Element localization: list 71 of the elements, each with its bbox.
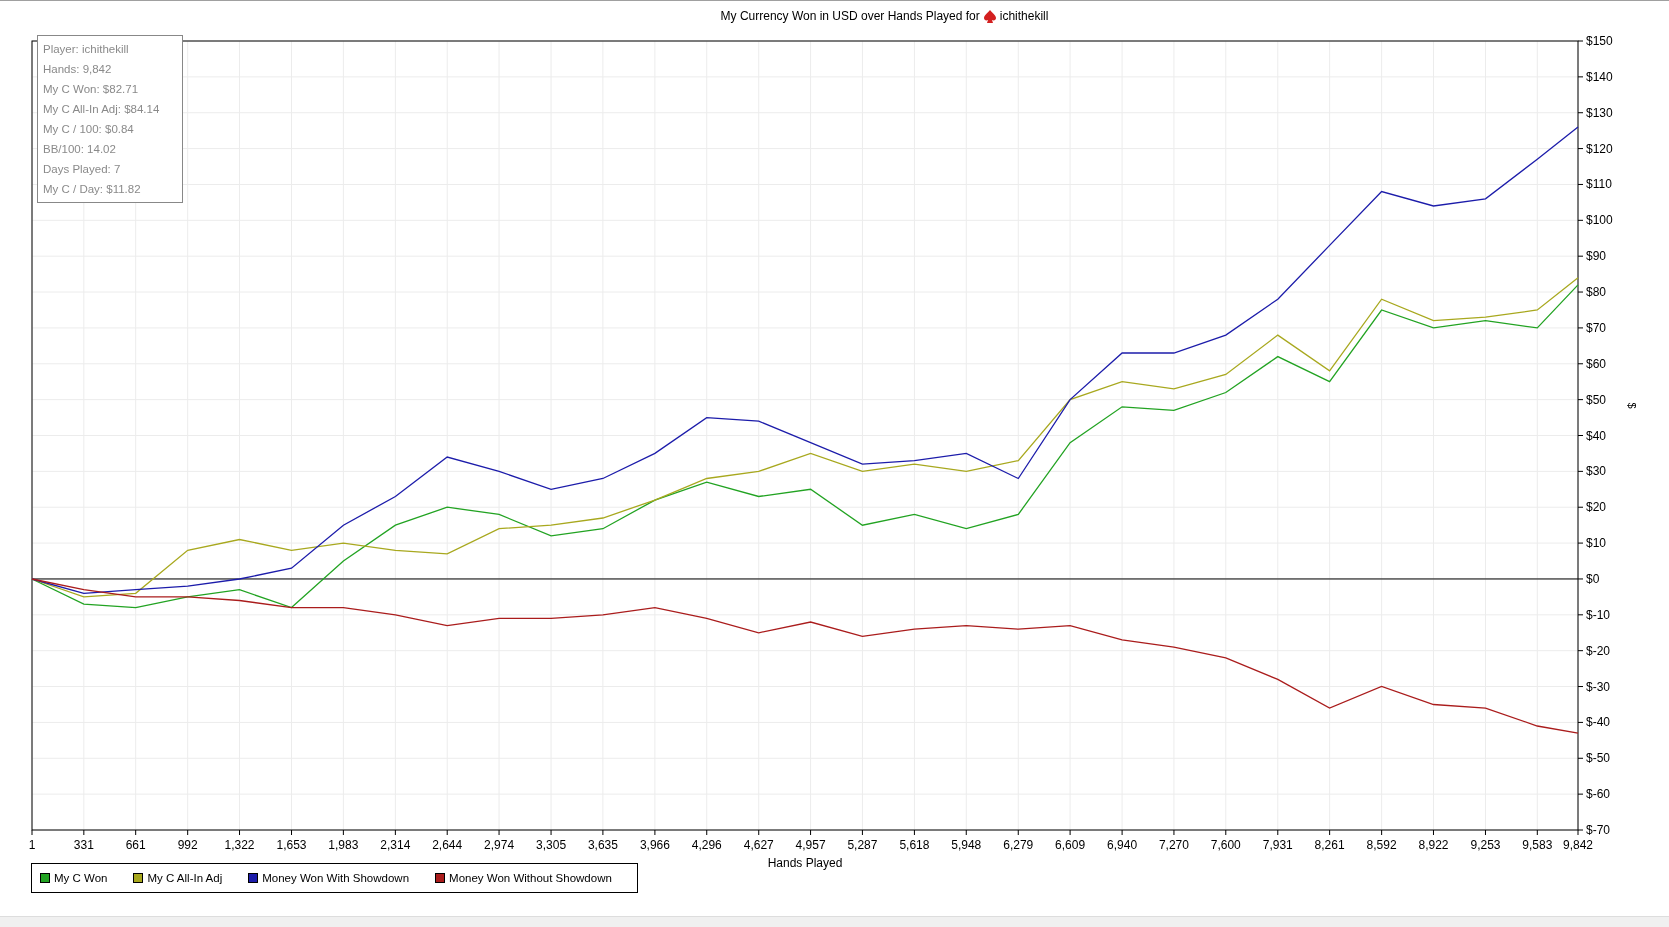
y-tick-label: $70 xyxy=(1586,320,1607,335)
x-tick-label: 6,940 xyxy=(1107,838,1138,852)
y-tick-label: $-40 xyxy=(1586,715,1611,730)
y-tick-label: $100 xyxy=(1586,213,1613,228)
stat-line: Days Played: 7 xyxy=(43,162,122,177)
legend-label: Money Won With Showdown xyxy=(262,872,410,884)
x-tick-label: 5,618 xyxy=(899,838,930,852)
x-tick-label: 7,270 xyxy=(1158,838,1189,852)
stat-line: My C Won: $82.71 xyxy=(43,82,140,97)
x-tick-label: 4,627 xyxy=(743,838,774,852)
x-tick-label: 8,592 xyxy=(1366,838,1397,852)
x-tick-label: 661 xyxy=(125,838,146,852)
y-tick-label: $0 xyxy=(1586,571,1600,586)
y-tick-label: $-20 xyxy=(1586,643,1611,658)
y-tick-label: $-30 xyxy=(1586,679,1611,694)
y-tick-label: $40 xyxy=(1586,428,1607,443)
x-tick-label: 3,305 xyxy=(536,838,567,852)
y-tick-label: $150 xyxy=(1586,34,1613,48)
stat-line: My C / Day: $11.82 xyxy=(43,182,142,197)
y-tick-label: $60 xyxy=(1586,356,1607,371)
player-name: ichithekill xyxy=(999,9,1049,23)
y-tick-label: $20 xyxy=(1586,500,1607,515)
chart-title: My Currency Won in USD over Hands Played for xyxy=(720,9,980,23)
stat-line: Player: ichithekill xyxy=(43,42,130,57)
x-tick-label: 4,296 xyxy=(691,838,722,852)
legend-label: My C Won xyxy=(54,872,108,884)
x-tick-label: 6,609 xyxy=(1055,838,1086,852)
y-tick-label: $50 xyxy=(1586,392,1607,407)
y-axis-label: $ xyxy=(1626,402,1638,409)
stat-line: BB/100: 14.02 xyxy=(43,142,117,157)
x-tick-label: 3,635 xyxy=(587,838,618,852)
y-tick-label: $120 xyxy=(1586,141,1613,156)
y-tick-label: $130 xyxy=(1586,105,1613,120)
x-tick-label: 4,957 xyxy=(795,838,826,852)
x-tick-label: 2,644 xyxy=(432,838,463,852)
x-axis-label: Hands Played xyxy=(767,856,843,870)
y-tick-label: $90 xyxy=(1586,249,1607,264)
legend-label: Money Won Without Showdown xyxy=(449,872,612,884)
x-tick-label: 2,314 xyxy=(380,838,411,852)
x-tick-label: 3,966 xyxy=(639,838,670,852)
x-tick-label: 7,931 xyxy=(1262,838,1293,852)
x-tick-label: 992 xyxy=(177,838,198,852)
x-tick-label: 1,983 xyxy=(328,838,359,852)
x-tick-label: 9,253 xyxy=(1470,838,1501,852)
y-tick-label: $10 xyxy=(1586,536,1607,551)
x-tick-label: 8,261 xyxy=(1314,838,1345,852)
x-tick-label: 5,948 xyxy=(951,838,982,852)
x-tick-label: 1,322 xyxy=(224,838,255,852)
stat-line: My C / 100: $0.84 xyxy=(43,122,135,137)
y-tick-label: $80 xyxy=(1586,285,1607,300)
x-tick-label: 9,842 xyxy=(1563,838,1593,852)
x-tick-label: 9,583 xyxy=(1522,838,1553,852)
y-tick-label: $140 xyxy=(1586,69,1613,84)
x-tick-label: 6,279 xyxy=(1003,838,1034,852)
x-tick-label: 1 xyxy=(28,838,36,852)
stat-line: Hands: 9,842 xyxy=(43,62,113,77)
y-tick-label: $30 xyxy=(1586,464,1607,479)
y-tick-label: $-70 xyxy=(1586,823,1611,837)
legend-label: My C All-In Adj xyxy=(147,872,223,884)
x-tick-label: 1,653 xyxy=(276,838,307,852)
y-tick-label: $-10 xyxy=(1586,607,1611,622)
x-tick-label: 2,974 xyxy=(484,838,515,852)
x-tick-label: 7,600 xyxy=(1210,838,1241,852)
y-tick-label: $-60 xyxy=(1586,787,1611,802)
x-tick-label: 5,287 xyxy=(847,838,878,852)
y-tick-label: $-50 xyxy=(1586,751,1611,766)
stat-line: My C All-In Adj: $84.14 xyxy=(43,102,161,117)
x-tick-label: 8,922 xyxy=(1418,838,1449,852)
x-tick-label: 331 xyxy=(73,838,94,852)
y-tick-label: $110 xyxy=(1586,177,1612,192)
spade-icon xyxy=(983,9,996,23)
